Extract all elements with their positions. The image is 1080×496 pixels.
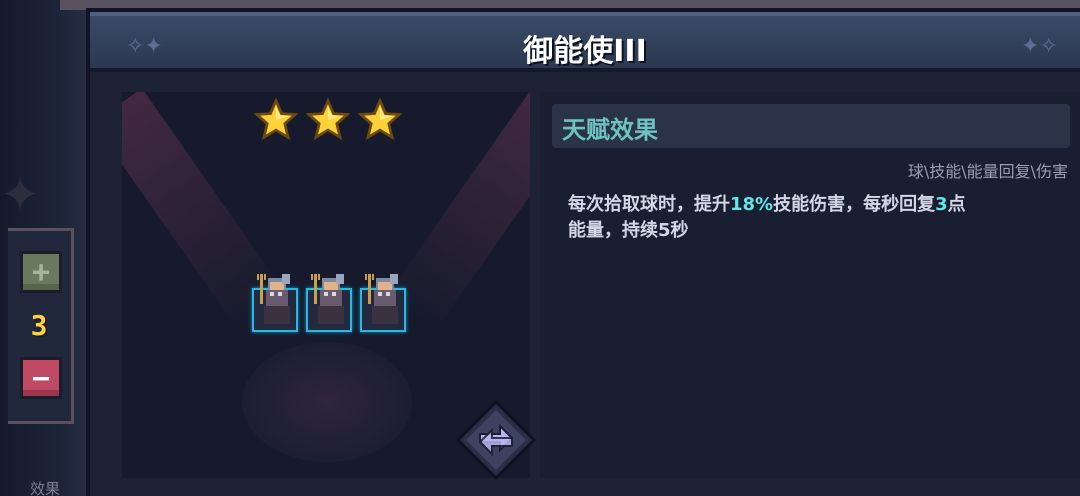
unit-list (252, 270, 406, 332)
increase-button[interactable]: + (20, 251, 62, 293)
desc-value: 18% (730, 194, 774, 215)
talent-tags: 球\技能\能量回复\伤害 (907, 162, 1068, 181)
unit-slot[interactable] (252, 270, 298, 332)
background-label: 效果 (30, 480, 61, 496)
talent-description: 每次拾取球时，提升18%技能伤害，每秒回复3点能量，持续5秒 (568, 192, 1048, 244)
decorative-star-icon: ✦ (0, 167, 41, 223)
minus-icon: − (31, 360, 51, 396)
info-panel (540, 92, 1080, 478)
desc-value: 3 (935, 194, 948, 215)
trident-warrior-icon (257, 274, 290, 324)
desc-text: 点 (947, 194, 966, 215)
trident-warrior-icon (311, 274, 344, 324)
count-value: 3 (30, 309, 48, 342)
floor-glow (242, 342, 412, 462)
desc-text: 能量，持续5秒 (568, 220, 689, 241)
title-decoration-right-icon: ✦✧ (1021, 34, 1058, 59)
star-icon (254, 98, 298, 141)
unit-slot[interactable] (360, 270, 406, 332)
count-panel: + 3 − (8, 228, 74, 424)
info-header: 天赋效果 (552, 104, 1070, 148)
swap-button[interactable] (456, 400, 536, 480)
title-bar: ✧✦ 御能使III ✦✧ (90, 12, 1080, 72)
star-rating (254, 98, 402, 142)
page-title: 御能使III (523, 34, 647, 69)
decrease-button[interactable]: − (20, 357, 62, 399)
unit-slot[interactable] (306, 270, 352, 332)
desc-text: 每次拾取球时，提升 (568, 194, 730, 215)
trident-warrior-icon (365, 274, 398, 324)
desc-text: 技能伤害，每秒回复 (773, 194, 936, 215)
star-icon (306, 98, 350, 141)
plus-icon: + (31, 254, 51, 290)
info-header-title: 天赋效果 (562, 116, 658, 144)
star-icon (358, 98, 402, 141)
